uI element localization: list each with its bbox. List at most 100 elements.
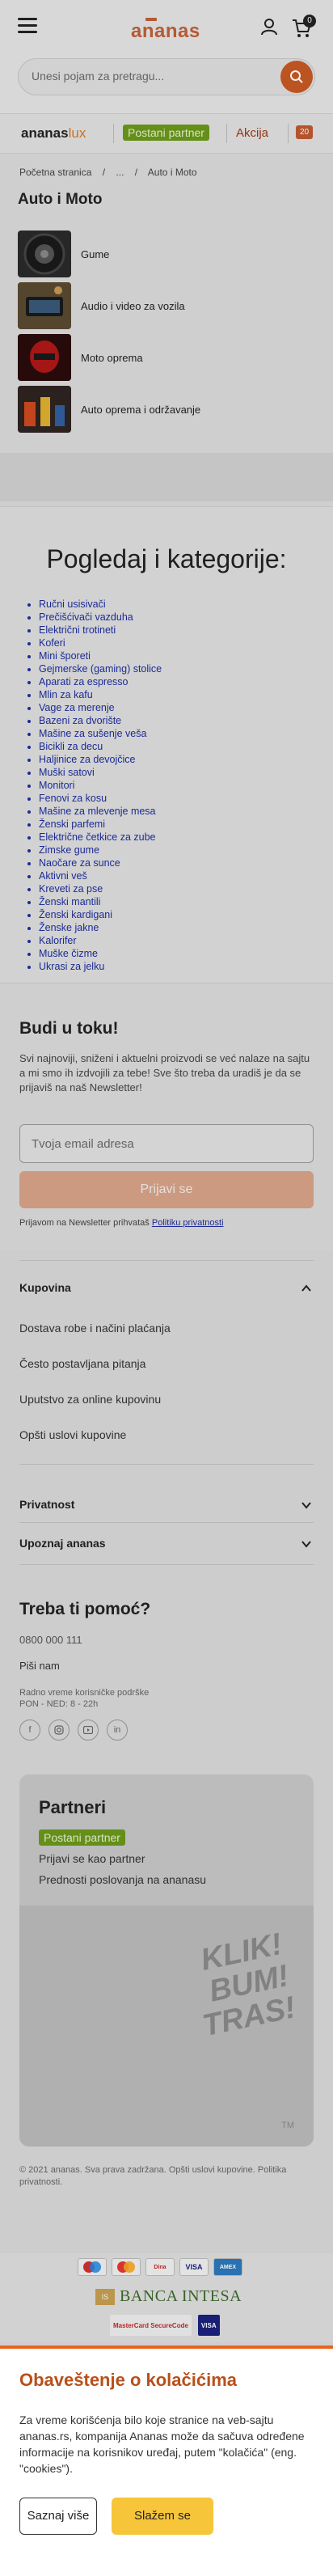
search-button[interactable]: [280, 61, 313, 93]
browse-category-link[interactable]: Mini šporeti: [39, 649, 162, 662]
browse-category-link[interactable]: Ženski parfemi: [39, 818, 162, 831]
verified-by-visa-logo: VISA: [197, 2315, 220, 2336]
copyright-text: © 2021 ananas. Sva prava zadržana. Opšti…: [19, 2165, 287, 2187]
footer-link[interactable]: Opšti uslovi kupovine: [19, 1428, 126, 1441]
car-care-image: [18, 386, 71, 433]
browse-category-link[interactable]: Muške čizme: [39, 947, 162, 960]
ananas-logo-icon: ananas: [131, 18, 200, 42]
browse-category-link[interactable]: Ženske jakne: [39, 921, 162, 934]
help-phone-link[interactable]: 0800 000 111: [19, 1634, 82, 1646]
browse-category-link[interactable]: Muški satovi: [39, 766, 162, 779]
browse-category-link[interactable]: Prečišćivači vazduha: [39, 611, 162, 624]
menu-icon[interactable]: [18, 18, 37, 34]
facebook-icon[interactable]: f: [19, 1719, 40, 1741]
promo-divider: [226, 124, 227, 143]
browse-category-link[interactable]: Ukrasi za jelku: [39, 960, 162, 973]
promo-strip: ananaslux Postani partner Akcija 20: [0, 113, 333, 154]
browse-category-link[interactable]: Mašine za mlevenje mesa: [39, 805, 162, 818]
chevron-down-icon: [301, 1502, 311, 1509]
subcategory-item[interactable]: Auto oprema i održavanje: [18, 383, 200, 435]
akcija-link[interactable]: Akcija: [236, 126, 268, 140]
site-logo[interactable]: ananas: [131, 16, 204, 49]
help-write-link[interactable]: Piši nam: [19, 1660, 60, 1672]
mastercard-icon: [112, 2258, 141, 2276]
browse-category-link[interactable]: Aktivni veš: [39, 869, 162, 882]
subcategory-item[interactable]: Audio i video za vozila: [18, 280, 200, 332]
browse-category-link[interactable]: Bicikli za decu: [39, 740, 162, 753]
newsletter-submit-button[interactable]: Prijavi se: [19, 1171, 314, 1208]
browse-category-link[interactable]: Ženski mantili: [39, 895, 162, 908]
linkedin-icon[interactable]: in: [107, 1719, 128, 1741]
trademark-mark: TM: [281, 2121, 294, 2130]
browse-category-link[interactable]: Monitori: [39, 779, 162, 792]
partner-signup-link[interactable]: Prijavi se kao partner: [39, 1852, 145, 1865]
payment-cards-row: Dina VISA AMEX: [78, 2258, 242, 2276]
browse-category-link[interactable]: Kreveti za pse: [39, 882, 162, 895]
browse-category-link[interactable]: Mašine za sušenje veša: [39, 727, 162, 740]
subcategory-item[interactable]: Gume: [18, 228, 200, 280]
youtube-icon[interactable]: [78, 1719, 99, 1741]
footer-link[interactable]: Često postavljana pitanja: [19, 1357, 145, 1370]
browse-categories-list: Ručni usisivači Prečišćivači vazduha Ele…: [26, 598, 162, 973]
browse-category-link[interactable]: Koferi: [39, 637, 162, 649]
become-partner-badge[interactable]: Postani partner: [123, 125, 209, 141]
subcategory-label: Gume: [81, 247, 110, 260]
subcategory-label: Auto oprema i održavanje: [81, 403, 201, 416]
partners-illustration: KLIK! BUM! TRAS! TM: [19, 1906, 314, 2147]
browse-category-link[interactable]: Zimske gume: [39, 844, 162, 857]
help-title: Treba ti pomoć?: [19, 1600, 151, 1618]
footer-link[interactable]: Uputstvo za online kupovinu: [19, 1393, 161, 1406]
newsletter-privacy-note: Prijavom na Newsletter prihvataš Politik…: [19, 1218, 224, 1228]
browse-category-link[interactable]: Ženski kardigani: [39, 908, 162, 921]
footer-link[interactable]: Dostava robe i načini plaćanja: [19, 1322, 171, 1335]
breadcrumb: Početna stranica / ... / Auto i Moto: [19, 167, 205, 178]
car-audio-image: [18, 282, 71, 329]
footer-accordion-privatnost[interactable]: Privatnost: [19, 1498, 314, 1517]
partners-slogan: KLIK! BUM! TRAS!: [197, 1927, 299, 2044]
cart-count-badge: 0: [303, 15, 316, 27]
help-hours-value: PON - NED: 8 - 22h: [19, 1699, 99, 1709]
subcategory-label: Audio i video za vozila: [81, 299, 185, 312]
mastercard-securecode-logo: MasterCard SecureCode: [110, 2315, 192, 2336]
browse-category-link[interactable]: Aparati za espresso: [39, 675, 162, 688]
browse-category-link[interactable]: Fenovi za kosu: [39, 792, 162, 805]
browse-category-link[interactable]: Ručni usisivači: [39, 598, 162, 611]
breadcrumb-ellipsis[interactable]: ...: [116, 167, 124, 178]
subcategory-item[interactable]: Moto oprema: [18, 332, 200, 383]
cookie-learn-more-button[interactable]: Saznaj više: [19, 2498, 97, 2535]
footer-accordion-kupovina[interactable]: Kupovina: [19, 1281, 314, 1301]
browse-category-link[interactable]: Naočare za sunce: [39, 857, 162, 869]
promo-hot-badge[interactable]: 20: [296, 125, 314, 139]
browse-category-link[interactable]: Gejmerske (gaming) stolice: [39, 662, 162, 675]
site-header: ananas 0: [0, 0, 333, 113]
ananas-lux-link[interactable]: ananaslux: [21, 125, 86, 142]
breadcrumb-separator: /: [102, 167, 106, 178]
browse-category-link[interactable]: Kalorifer: [39, 934, 162, 947]
privacy-policy-link[interactable]: Politiku privatnosti: [152, 1218, 224, 1228]
breadcrumb-home[interactable]: Početna stranica: [19, 167, 91, 178]
instagram-icon[interactable]: [48, 1719, 70, 1741]
bank-name: BANCA INTESA: [120, 2287, 242, 2305]
partner-benefits-link[interactable]: Prednosti poslovanja na ananasu: [39, 1873, 206, 1886]
footer-accordion-upoznaj[interactable]: Upoznaj ananas: [19, 1537, 314, 1556]
become-partner-badge[interactable]: Postani partner: [39, 1829, 125, 1846]
browse-category-link[interactable]: Vage za merenje: [39, 701, 162, 714]
newsletter-title: Budi u toku!: [19, 1019, 119, 1038]
moto-gear-image: [18, 334, 71, 381]
social-links: f in: [19, 1719, 128, 1741]
browse-category-link[interactable]: Bazeni za dvorište: [39, 714, 162, 727]
browse-category-link[interactable]: Električne četkice za zube: [39, 831, 162, 844]
search-input[interactable]: [32, 70, 266, 82]
user-icon[interactable]: [260, 18, 278, 36]
partners-title: Partneri: [39, 1797, 107, 1817]
cookie-accept-button[interactable]: Slažem se: [112, 2498, 213, 2535]
newsletter-email-field[interactable]: [19, 1124, 314, 1163]
amex-icon: AMEX: [213, 2258, 242, 2276]
browse-category-link[interactable]: Mlin za kafu: [39, 688, 162, 701]
cookie-text: Za vreme korišćenja bilo koje stranice n…: [19, 2413, 305, 2475]
browse-category-link[interactable]: Haljinice za devojčice: [39, 753, 162, 766]
breadcrumb-separator: /: [134, 167, 138, 178]
newsletter-privacy-text: Prijavom na Newsletter prihvataš: [19, 1218, 150, 1228]
browse-category-link[interactable]: Električni trotineti: [39, 624, 162, 637]
promo-divider: [113, 124, 114, 143]
